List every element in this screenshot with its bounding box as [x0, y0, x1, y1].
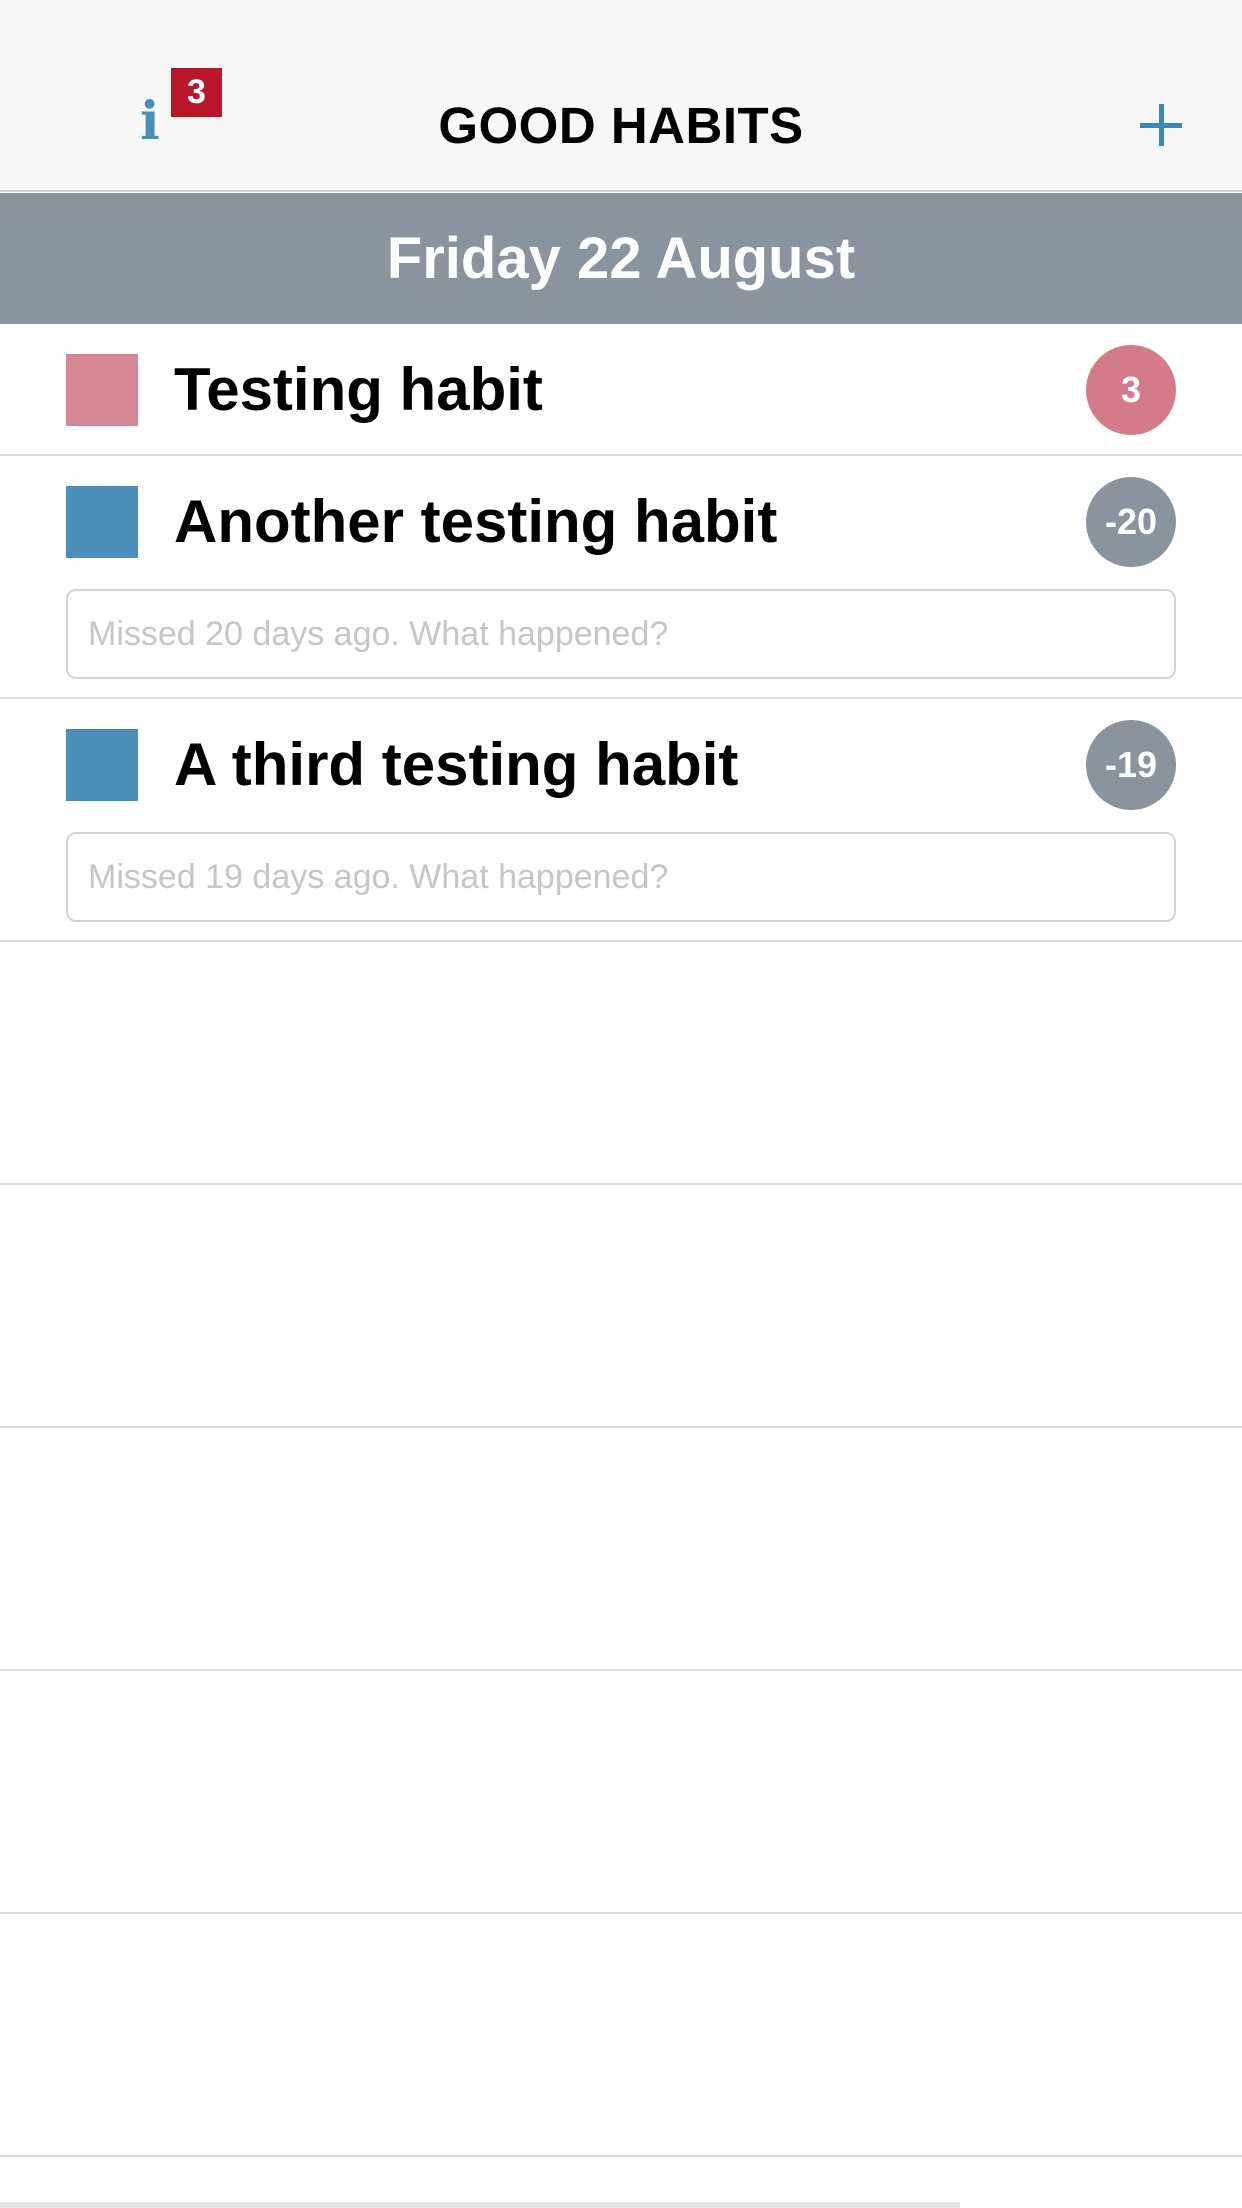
page-title: GOOD HABITS: [438, 97, 804, 154]
add-habit-button[interactable]: [1136, 100, 1186, 150]
habit-color-swatch: [66, 729, 138, 801]
habit-name: A third testing habit: [174, 731, 739, 798]
row-divider: [0, 940, 1242, 942]
missed-note-input[interactable]: [66, 832, 1176, 922]
row-divider: [0, 697, 1242, 699]
navigation-bar: i 3 GOOD HABITS: [0, 0, 1242, 192]
streak-badge[interactable]: -20: [1086, 477, 1176, 567]
row-divider: [0, 1912, 1242, 1914]
habit-color-swatch: [66, 354, 138, 426]
row-divider: [0, 1669, 1242, 1671]
streak-badge[interactable]: 3: [1086, 345, 1176, 435]
habit-name: Testing habit: [174, 356, 543, 423]
missed-note-input[interactable]: [66, 589, 1176, 679]
row-divider: [0, 2155, 1242, 2157]
bottom-edge-bar: [0, 2202, 960, 2208]
habit-color-swatch: [66, 486, 138, 558]
date-header: Friday 22 August: [0, 193, 1242, 324]
row-divider: [0, 1426, 1242, 1428]
streak-badge[interactable]: -19: [1086, 720, 1176, 810]
row-divider: [0, 454, 1242, 456]
habit-name: Another testing habit: [174, 488, 778, 555]
row-divider: [0, 1183, 1242, 1185]
